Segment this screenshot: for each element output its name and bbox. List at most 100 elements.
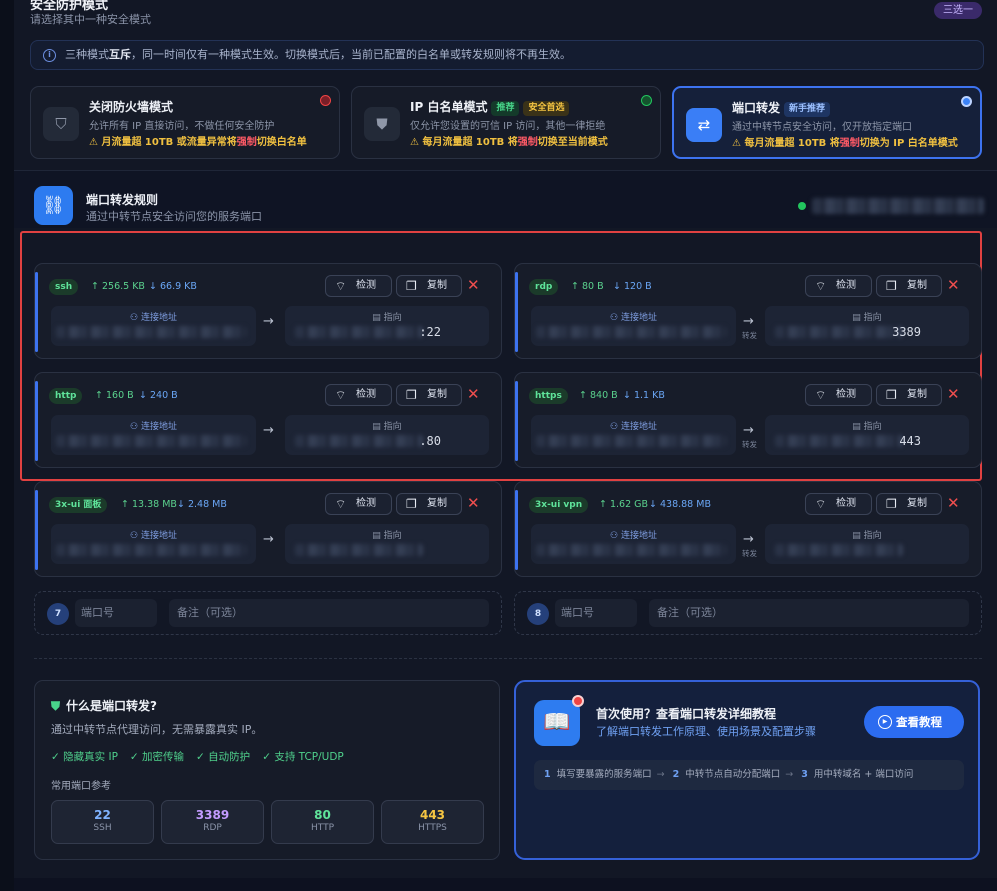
download-stat: ↓ 240 B (139, 390, 178, 401)
port-ref-http: 80 HTTP (271, 800, 374, 844)
mode-card-firewall-off[interactable]: ⛉ 关闭防火墙模式 允许所有 IP 直接访问，不做任何安全防护 ⚠ 月流量超 1… (30, 86, 340, 159)
copy-icon: ❐ (406, 279, 417, 293)
target-box[interactable]: ▤ 指向 (285, 524, 489, 564)
wifi-icon: ⌔ (335, 279, 347, 293)
address-redacted (56, 326, 246, 338)
port-input[interactable]: 端口号 (555, 599, 637, 627)
remark-input[interactable]: 备注（可选） (649, 599, 969, 627)
detect-button[interactable]: ⌔ 检测 (805, 275, 872, 297)
upload-stat: ↑ 1.62 GB (599, 499, 649, 510)
detect-button[interactable]: ⌔ 检测 (325, 275, 392, 297)
target-box[interactable]: ▤ 指向 3389 (765, 306, 969, 346)
choose-one-badge: 三选一 (934, 2, 982, 19)
shield-check-icon: ⛊ (364, 107, 400, 141)
notification-dot (572, 695, 584, 707)
mode-card-ip-whitelist[interactable]: ⛊ IP 白名单模式 推荐 安全首选 仅允许您设置的可信 IP 访问，其他一律拒绝 … (351, 86, 661, 159)
target-box[interactable]: ▤ 指向 .80 (285, 415, 489, 455)
mutual-exclusive-notice: i 三种模式互斥，同一时间仅有一种模式生效。切换模式后，当前已配置的白名单或转发… (30, 40, 984, 70)
target-label: ▤ 指向 (852, 422, 882, 432)
feature-item: ✓ 自动防护 (196, 751, 251, 763)
copy-button[interactable]: ❐ 复制 (396, 384, 462, 406)
tutorial-subtitle: 了解端口转发工作原理、使用场景及配置步骤 (596, 725, 816, 738)
mode-desc: 仅允许您设置的可信 IP 访问，其他一律拒绝 (410, 121, 606, 132)
delete-rule-button[interactable]: ✕ (947, 494, 960, 512)
target-box[interactable]: ▤ 指向 (765, 524, 969, 564)
delete-rule-button[interactable]: ✕ (467, 276, 480, 294)
connect-address-label: ⚇ 连接地址 (610, 422, 657, 432)
arrow-right-icon: → (263, 532, 274, 547)
detect-button[interactable]: ⌔ 检测 (325, 493, 392, 515)
download-stat: ↓ 2.48 MB (177, 499, 227, 510)
feature-item: ✓ 隐藏真实 IP (51, 751, 118, 763)
connect-address-box[interactable]: ⚇ 连接地址 (51, 415, 256, 455)
upload-stat: ↑ 840 B (579, 390, 618, 401)
arrow-right-icon: → 转发 (742, 532, 757, 558)
connect-address-box[interactable]: ⚇ 连接地址 (51, 306, 256, 346)
view-tutorial-button[interactable]: ▶ 查看教程 (864, 706, 964, 738)
wifi-icon: ⌔ (815, 497, 827, 511)
detect-button[interactable]: ⌔ 检测 (805, 493, 872, 515)
target-port: 443 (899, 434, 921, 448)
feature-list: ✓ 隐藏真实 IP ✓ 加密传输 ✓ 自动防护 ✓ 支持 TCP/UDP (51, 749, 356, 764)
remark-input[interactable]: 备注（可选） (169, 599, 489, 627)
connect-address-box[interactable]: ⚇ 连接地址 (51, 524, 256, 564)
target-port: :22 (419, 325, 441, 339)
detect-button[interactable]: ⌔ 检测 (325, 384, 392, 406)
port-ref-rdp: 3389 RDP (161, 800, 264, 844)
connect-address-label: ⚇ 连接地址 (130, 531, 177, 541)
target-box[interactable]: ▤ 指向 443 (765, 415, 969, 455)
rule-name: https (529, 388, 568, 404)
row-number: 8 (527, 603, 549, 625)
address-redacted (536, 326, 726, 338)
tutorial-steps: 1 填写要暴露的服务端口 → 2 中转节点自动分配端口 → 3 用中转域名 + 端口访问 (534, 760, 964, 790)
delete-rule-button[interactable]: ✕ (947, 276, 960, 294)
tutorial-panel: 📖 首次使用？查看端口转发详细教程 了解端口转发工作原理、使用场景及配置步骤 ▶… (514, 680, 980, 860)
book-icon: 📖 (534, 700, 580, 746)
delete-rule-button[interactable]: ✕ (947, 385, 960, 403)
port-input[interactable]: 端口号 (75, 599, 157, 627)
copy-button[interactable]: ❐ 复制 (396, 493, 462, 515)
wifi-icon: ⌔ (335, 388, 347, 402)
target-redacted (775, 544, 903, 556)
copy-icon: ❐ (406, 497, 417, 511)
feature-item: ✓ 支持 TCP/UDP (262, 751, 344, 763)
arrow-right-icon: → 转发 (742, 314, 757, 340)
download-stat: ↓ 1.1 KB (623, 390, 665, 401)
download-stat: ↓ 66.9 KB (149, 281, 197, 292)
play-icon: ▶ (878, 715, 892, 729)
address-redacted (536, 435, 726, 447)
mode-warning: ⚠ 月流量超 10TB 或流量异常将强制切换白名单 (89, 137, 307, 148)
rule-card: 3x-ui vpn ↑ 1.62 GB ↓ 438.88 MB ⌔ 检测 ❐ 复制 … (514, 481, 982, 577)
copy-button[interactable]: ❐ 复制 (396, 275, 462, 297)
section-subtitle: 请选择其中一种安全模式 (30, 13, 151, 26)
copy-button[interactable]: ❐ 复制 (876, 493, 942, 515)
arrow-right-icon: → (263, 423, 274, 438)
upload-stat: ↑ 160 B (95, 390, 134, 401)
rule-name: 3x-ui 面板 (49, 497, 108, 513)
mode-warning: ⚠ 每月流量超 10TB 将强制切换为 IP 白名单模式 (732, 138, 958, 149)
connect-address-box[interactable]: ⚇ 连接地址 (531, 415, 736, 455)
mode-card-port-forward[interactable]: ⇄ 端口转发 新手推荐 通过中转节点安全访问，仅开放指定端口 ⚠ 每月流量超 10… (672, 86, 982, 159)
target-label: ▤ 指向 (372, 531, 402, 541)
rule-card: ssh ↑ 256.5 KB ↓ 66.9 KB ⌔ 检测 ❐ 复制 ✕ ⚇ 连接地… (34, 263, 502, 359)
connect-address-box[interactable]: ⚇ 连接地址 (531, 306, 736, 346)
address-redacted (56, 544, 246, 556)
target-box[interactable]: ▤ 指向 :22 (285, 306, 489, 346)
detect-button[interactable]: ⌔ 检测 (805, 384, 872, 406)
rules-subtitle: 通过中转节点安全访问您的服务端口 (86, 210, 262, 223)
port-ref-https: 443 HTTPS (381, 800, 484, 844)
delete-rule-button[interactable]: ✕ (467, 494, 480, 512)
target-redacted (775, 326, 903, 338)
copy-button[interactable]: ❐ 复制 (876, 384, 942, 406)
connect-address-box[interactable]: ⚇ 连接地址 (531, 524, 736, 564)
panel-desc: 通过中转节点代理访问，无需暴露真实 IP。 (51, 723, 263, 736)
mode-warning: ⚠ 每月流量超 10TB 将强制切换至当前模式 (410, 137, 608, 148)
info-icon: i (43, 49, 56, 62)
shield-off-icon: ⛉ (43, 107, 79, 141)
delete-rule-button[interactable]: ✕ (467, 385, 480, 403)
lock-status-icon (641, 95, 652, 106)
rule-card: rdp ↑ 80 B ↓ 120 B ⌔ 检测 ❐ 复制 ✕ ⚇ 连接地址 → 转发 … (514, 263, 982, 359)
target-label: ▤ 指向 (372, 313, 402, 323)
copy-button[interactable]: ❐ 复制 (876, 275, 942, 297)
selected-radio-icon (961, 96, 972, 107)
